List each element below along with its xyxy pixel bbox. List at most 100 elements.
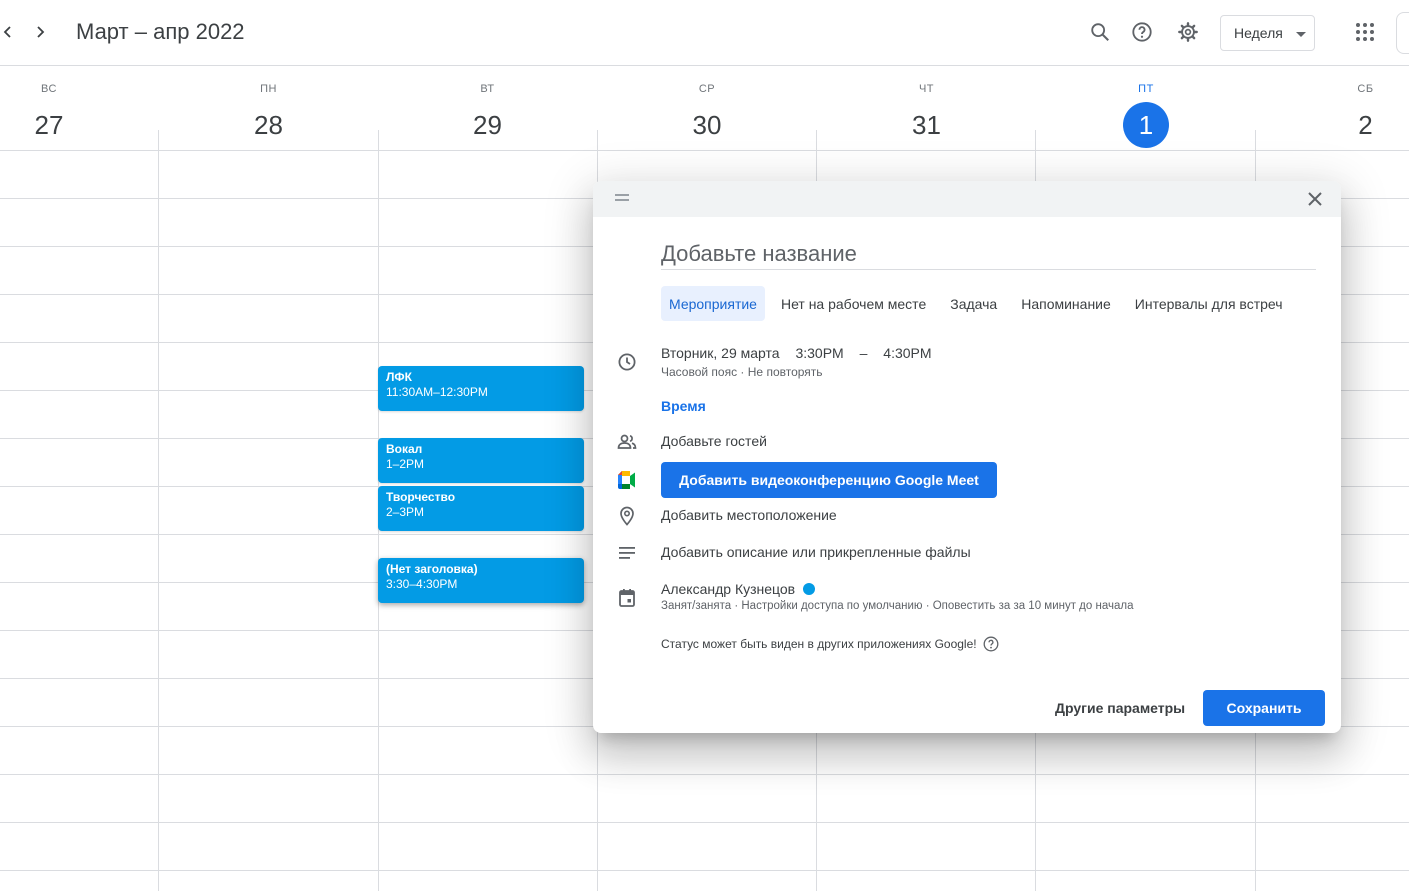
prev-week-button[interactable]	[0, 18, 22, 46]
tab-out-of-office[interactable]: Нет на рабочем месте	[773, 286, 934, 321]
chevron-left-icon	[3, 26, 11, 38]
calendar-color-dot[interactable]	[803, 583, 816, 595]
event-time: 1–2PM	[386, 457, 425, 471]
status-note-text: Статус может быть виден в других приложе…	[661, 637, 977, 651]
description-icon	[616, 542, 638, 564]
more-options-button[interactable]: Другие параметры	[1045, 690, 1195, 726]
clock-icon	[616, 351, 638, 373]
tab-event[interactable]: Мероприятие	[661, 286, 765, 321]
day-number[interactable]: 2	[1343, 102, 1389, 148]
day-name: ПН	[260, 83, 277, 95]
day-header: ВТ 29	[378, 66, 597, 151]
datetime-row: Вторник, 29 марта 3:30PM – 4:30PM	[661, 345, 944, 361]
find-time-link[interactable]: Время	[661, 398, 706, 414]
calendar-event[interactable]: Вокал 1–2PM	[378, 438, 584, 483]
column-divider	[378, 130, 379, 151]
hour-line	[0, 870, 1409, 871]
search-icon	[1091, 23, 1109, 41]
day-header: ПН 28	[159, 66, 378, 151]
help-button[interactable]	[1130, 20, 1154, 44]
close-icon	[1308, 192, 1322, 206]
timezone-recurrence[interactable]: Часовой пояс · Не повторять	[661, 365, 823, 379]
caret-down-icon	[1296, 32, 1306, 37]
view-selector[interactable]: Неделя	[1220, 15, 1315, 51]
tab-task[interactable]: Задача	[942, 286, 1005, 321]
day-number-today[interactable]: 1	[1123, 102, 1169, 148]
location-pin-icon	[616, 505, 638, 527]
event-title: Творчество	[386, 490, 456, 504]
chevron-right-icon	[37, 26, 45, 38]
hour-line	[0, 822, 1409, 823]
column-divider	[816, 130, 817, 151]
apps-icon	[1356, 23, 1374, 41]
day-header: СР 30	[597, 66, 817, 151]
day-number[interactable]: 31	[904, 102, 950, 148]
status-note: Статус может быть виден в других приложе…	[661, 636, 999, 652]
add-location-field[interactable]: Добавить местоположение	[661, 507, 837, 523]
event-start-time[interactable]: 3:30PM	[795, 345, 843, 361]
day-number[interactable]: 29	[465, 102, 511, 148]
event-date[interactable]: Вторник, 29 марта	[661, 345, 780, 361]
add-google-meet-button[interactable]: Добавить видеоконференцию Google Meet	[661, 462, 997, 498]
gear-icon	[1178, 22, 1198, 42]
event-time: 11:30AM–12:30PM	[386, 385, 488, 399]
week-days-header: ВС 27 ПН 28 ВТ 29 СР 30 ЧТ 31 ПТ 1 СБ 2	[0, 66, 1409, 151]
event-title: ЛФК	[386, 370, 412, 384]
add-description-field[interactable]: Добавить описание или прикрепленные файл…	[661, 544, 971, 560]
day-header-today: ПТ 1	[1036, 66, 1256, 151]
calendar-owner-row[interactable]: Александр Кузнецов	[661, 581, 816, 597]
time-dash: –	[859, 345, 868, 361]
tab-appointment-slots[interactable]: Интервалы для встреч	[1127, 286, 1291, 321]
day-name: ЧТ	[918, 83, 935, 95]
dialog-title-bar[interactable]	[593, 181, 1341, 217]
account-button[interactable]	[1396, 12, 1409, 54]
app-header: Март – апр 2022 Неделя	[0, 0, 1409, 66]
calendar-icon	[616, 587, 638, 609]
day-name: ПТ	[1138, 83, 1154, 95]
event-time: 3:30–4:30PM	[386, 577, 458, 591]
day-number[interactable]: 27	[26, 102, 72, 148]
event-type-tabs: Мероприятие Нет на рабочем месте Задача …	[661, 286, 1299, 321]
day-name: ВС	[41, 83, 57, 95]
event-title: Вокал	[386, 442, 423, 456]
day-name: СБ	[1357, 83, 1374, 95]
day-header: ЧТ 31	[817, 66, 1036, 151]
availability-visibility-notification[interactable]: Занят/занята · Настройки доступа по умол…	[661, 600, 1133, 612]
add-guests-field[interactable]: Добавьте гостей	[661, 433, 767, 449]
event-title: (Нет заголовка)	[386, 562, 478, 576]
close-button[interactable]	[1304, 188, 1326, 210]
people-icon	[616, 431, 638, 453]
drag-handle-icon[interactable]	[615, 194, 629, 202]
calendar-event[interactable]: ЛФК 11:30AM–12:30PM	[378, 366, 584, 411]
date-range-title: Март – апр 2022	[76, 19, 245, 44]
day-header: СБ 2	[1256, 66, 1409, 151]
day-number[interactable]: 30	[684, 102, 730, 148]
view-selector-label: Неделя	[1234, 25, 1283, 41]
save-button[interactable]: Сохранить	[1203, 690, 1325, 726]
help-icon	[1132, 22, 1152, 42]
column-divider	[1035, 130, 1036, 151]
calendar-owner-name: Александр Кузнецов	[661, 581, 796, 597]
column-divider	[158, 130, 159, 151]
event-title-input[interactable]	[661, 238, 1316, 270]
settings-button[interactable]	[1176, 20, 1200, 44]
google-meet-icon	[616, 469, 638, 491]
day-name: ВТ	[480, 83, 495, 95]
quick-create-dialog: Мероприятие Нет на рабочем месте Задача …	[593, 181, 1341, 733]
apps-button[interactable]	[1353, 20, 1377, 44]
column-divider	[597, 130, 598, 151]
day-name: СР	[698, 83, 716, 95]
help-icon[interactable]	[983, 636, 999, 652]
column-divider	[158, 151, 159, 891]
day-header: ВС 27	[0, 66, 159, 151]
calendar-event-draft[interactable]: (Нет заголовка) 3:30–4:30PM	[378, 558, 584, 603]
calendar-event[interactable]: Творчество 2–3PM	[378, 486, 584, 531]
event-time: 2–3PM	[386, 505, 425, 519]
day-number[interactable]: 28	[246, 102, 292, 148]
column-divider	[1255, 130, 1256, 151]
event-end-time[interactable]: 4:30PM	[883, 345, 931, 361]
search-button[interactable]	[1088, 20, 1112, 44]
tab-reminder[interactable]: Напоминание	[1013, 286, 1119, 321]
hour-line	[0, 774, 1409, 775]
next-week-button[interactable]	[26, 18, 54, 46]
